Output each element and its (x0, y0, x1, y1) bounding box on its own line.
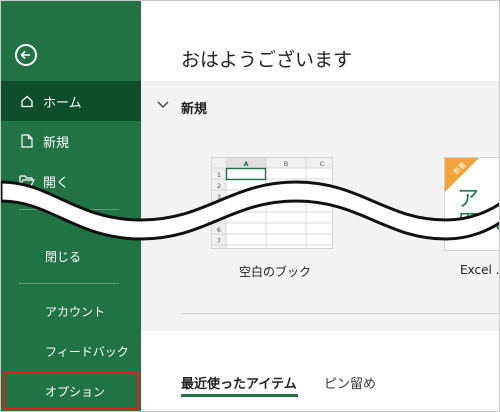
template-label: Excel ... (460, 263, 500, 277)
sidebar-divider (19, 283, 119, 284)
tab-pinned[interactable]: ピン留め (324, 373, 376, 392)
col-header-a: A (243, 160, 248, 168)
section-title-new: 新規 (181, 102, 208, 117)
sidebar-item-label: 新規 (43, 135, 70, 151)
wavy-break-decoration (1, 180, 499, 241)
chevron-down-icon[interactable] (157, 101, 169, 109)
section-divider (181, 313, 499, 314)
sidebar-item-home[interactable]: ホーム (1, 81, 141, 121)
sidebar-item-feedback[interactable]: フィードバック (1, 331, 141, 371)
new-document-icon (19, 133, 35, 149)
sidebar-item-label: フィードバック (45, 344, 129, 359)
options-highlight-box (3, 372, 139, 410)
active-tab-underline (181, 394, 298, 397)
col-header-c: C (320, 160, 325, 168)
sidebar-item-new[interactable]: 新規 (1, 121, 141, 161)
col-header-b: B (284, 160, 288, 168)
sidebar-item-label: 閉じる (45, 249, 82, 264)
greeting-title: おはようございます (181, 49, 353, 71)
sidebar-item-label: アカウント (45, 304, 106, 319)
sidebar-item-label: ホーム (43, 95, 82, 111)
tab-recent[interactable]: 最近使ったアイテム (181, 373, 297, 392)
sidebar-item-account[interactable]: アカウント (1, 291, 141, 331)
template-label: 空白のブック (239, 265, 312, 279)
back-arrow-icon[interactable] (15, 44, 37, 66)
excel-backstage: ホーム 新規 開く 閉じる アカウント フィードバック オプション おはようござ… (0, 0, 500, 412)
home-icon (19, 93, 35, 109)
